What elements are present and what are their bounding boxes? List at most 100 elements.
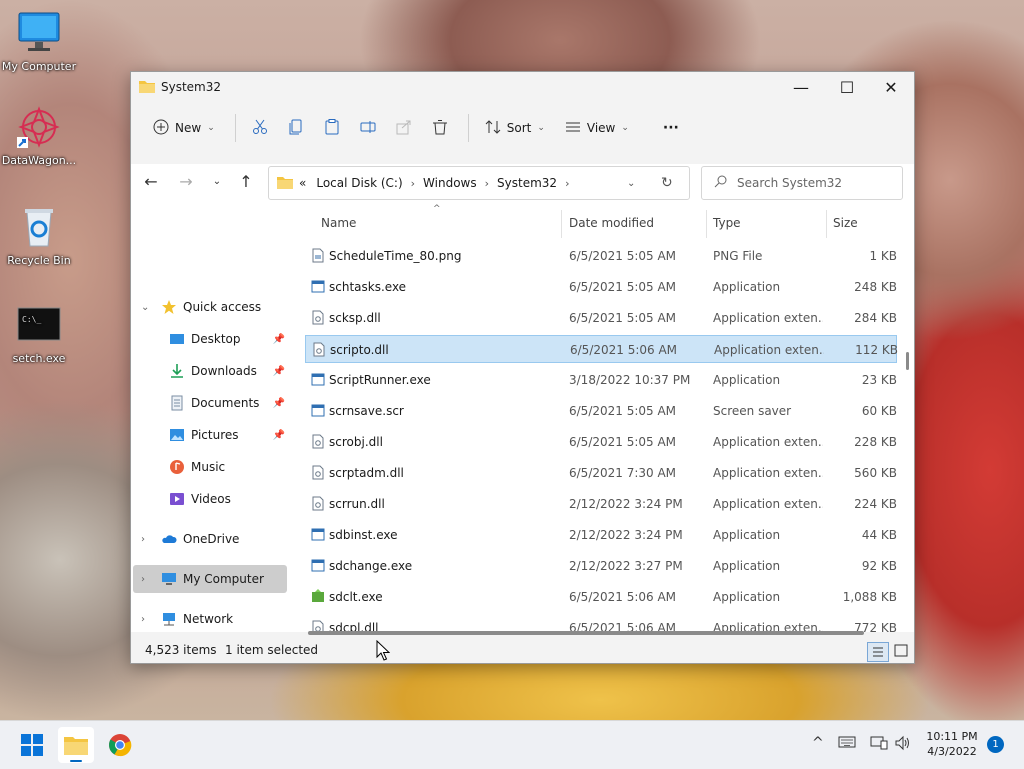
nav-item-label: Desktop bbox=[191, 332, 241, 346]
recycle-bin-icon bbox=[16, 204, 62, 250]
taskbar-file-explorer[interactable] bbox=[58, 727, 94, 763]
expand-chevron-icon[interactable]: › bbox=[141, 614, 145, 625]
breadcrumb-overflow[interactable]: « bbox=[299, 176, 306, 190]
desktop-icon-setch-exe[interactable]: C:\_ setch.exe bbox=[0, 302, 81, 365]
up-arrow-icon[interactable]: ↑ bbox=[234, 172, 258, 191]
table-row[interactable]: ScheduleTime_80.png 6/5/2021 5:05 AM PNG F… bbox=[305, 242, 897, 270]
column-divider[interactable] bbox=[561, 210, 562, 238]
table-row[interactable]: ScriptRunner.exe 3/18/2022 10:37 PM Applic… bbox=[305, 366, 897, 394]
back-arrow-icon[interactable]: ← bbox=[139, 172, 163, 191]
taskbar-chrome[interactable] bbox=[102, 727, 138, 763]
large-icons-view-button[interactable] bbox=[891, 642, 911, 660]
nav-item-downloads[interactable]: Downloads 📌 bbox=[131, 357, 291, 385]
column-header-type[interactable]: Type bbox=[713, 216, 741, 230]
nav-my-computer[interactable]: › My Computer bbox=[133, 565, 287, 593]
more-options-button[interactable]: ··· bbox=[655, 112, 687, 144]
pin-icon: 📌 bbox=[272, 365, 285, 377]
share-button[interactable] bbox=[388, 112, 420, 144]
maximize-button[interactable]: ☐ bbox=[824, 72, 870, 102]
nav-item-label: Documents bbox=[191, 396, 260, 410]
search-input[interactable]: Search System32 bbox=[701, 166, 903, 200]
address-row: ← → ⌄ ↑ « Local Disk (C:) › Windows › Sy… bbox=[131, 164, 914, 202]
list-view-icon bbox=[565, 119, 581, 138]
view-button[interactable]: View ⌄ bbox=[557, 112, 637, 144]
nav-item-videos[interactable]: Videos bbox=[131, 485, 291, 513]
column-divider[interactable] bbox=[706, 210, 707, 238]
sort-button-label: Sort bbox=[506, 121, 532, 135]
expand-chevron-icon[interactable]: › bbox=[141, 574, 145, 585]
refresh-icon[interactable]: ↻ bbox=[661, 175, 673, 191]
nav-onedrive[interactable]: › OneDrive bbox=[131, 525, 291, 553]
clock[interactable]: 10:11 PM 4/3/2022 bbox=[920, 729, 984, 759]
nav-item-music[interactable]: Music bbox=[131, 453, 291, 481]
table-row[interactable]: scrnsave.scr 6/5/2021 5:05 AM Screen saver… bbox=[305, 397, 897, 425]
desktop-icon-datawagon[interactable]: DataWagon... bbox=[0, 104, 81, 167]
delete-button[interactable] bbox=[424, 112, 456, 144]
copy-button[interactable] bbox=[280, 112, 312, 144]
breadcrumb-windows[interactable]: Windows bbox=[423, 176, 477, 190]
table-row[interactable]: sdbinst.exe 2/12/2022 3:24 PM Application 4… bbox=[305, 521, 897, 549]
forward-arrow-icon[interactable]: → bbox=[174, 172, 198, 191]
details-view-button[interactable] bbox=[867, 642, 889, 662]
breadcrumb-chevron-icon[interactable]: › bbox=[411, 177, 415, 190]
table-row[interactable]: scrrun.dll 2/12/2022 3:24 PM Application e… bbox=[305, 490, 897, 518]
breadcrumb-local-disk[interactable]: Local Disk (C:) bbox=[316, 176, 402, 190]
address-history-chevron-icon[interactable]: ⌄ bbox=[627, 178, 635, 189]
file-explorer-window: System32 — ☐ ✕ New ⌄ Sort ⌄ View ⌄ ··· ← bbox=[130, 71, 915, 664]
nav-item-pictures[interactable]: Pictures 📌 bbox=[131, 421, 291, 449]
expand-chevron-icon[interactable]: › bbox=[141, 534, 145, 545]
column-header-size[interactable]: Size bbox=[833, 216, 858, 230]
file-size: 112 KB bbox=[855, 343, 898, 357]
breadcrumb-system32[interactable]: System32 bbox=[497, 176, 557, 190]
nav-network[interactable]: › Network bbox=[131, 605, 291, 633]
exe-icon bbox=[311, 558, 325, 573]
nav-item-documents[interactable]: Documents 📌 bbox=[131, 389, 291, 417]
table-row[interactable]: sdcpl.dll 6/5/2021 5:06 AM Application ext… bbox=[305, 614, 897, 632]
notification-badge[interactable]: 1 bbox=[987, 736, 1004, 753]
volume-icon[interactable] bbox=[894, 735, 912, 755]
horizontal-scrollbar-thumb[interactable] bbox=[308, 631, 864, 635]
nav-item-desktop[interactable]: Desktop 📌 bbox=[131, 325, 291, 353]
address-bar[interactable]: « Local Disk (C:) › Windows › System32 ›… bbox=[268, 166, 690, 200]
sort-button[interactable]: Sort ⌄ bbox=[477, 112, 553, 144]
nav-item-label: Quick access bbox=[183, 300, 262, 314]
breadcrumb-chevron-icon[interactable]: › bbox=[565, 177, 569, 190]
table-row[interactable]: scksp.dll 6/5/2021 5:05 AM Application ext… bbox=[305, 304, 897, 332]
table-row[interactable]: scrptadm.dll 6/5/2021 7:30 AM Application … bbox=[305, 459, 897, 487]
file-type: Application bbox=[713, 280, 781, 294]
cut-button[interactable] bbox=[244, 112, 276, 144]
table-row[interactable]: scripto.dll 6/5/2021 5:06 AM Application e… bbox=[305, 335, 898, 363]
table-row[interactable]: schtasks.exe 6/5/2021 5:05 AM Application 2… bbox=[305, 273, 897, 301]
desktop-icon-recycle-bin[interactable]: Recycle Bin bbox=[0, 204, 81, 267]
cloud-icon bbox=[161, 531, 177, 547]
minimize-button[interactable]: — bbox=[778, 72, 824, 102]
column-header-name[interactable]: Name bbox=[321, 216, 356, 230]
status-bar: 4,523 items 1 item selected bbox=[131, 640, 914, 663]
keyboard-icon[interactable] bbox=[838, 735, 856, 753]
recent-locations-chevron-icon[interactable]: ⌄ bbox=[205, 176, 229, 187]
nav-quick-access[interactable]: ⌄ Quick access bbox=[131, 293, 291, 321]
close-button[interactable]: ✕ bbox=[868, 72, 914, 102]
table-row[interactable]: sdchange.exe 2/12/2022 3:27 PM Application… bbox=[305, 552, 897, 580]
document-icon bbox=[169, 395, 185, 411]
rename-button[interactable] bbox=[352, 112, 384, 144]
column-header-date-modified[interactable]: Date modified bbox=[569, 216, 654, 230]
paste-button[interactable] bbox=[316, 112, 348, 144]
network-icon[interactable] bbox=[870, 735, 888, 755]
new-button[interactable]: New ⌄ bbox=[145, 112, 223, 144]
item-count: 4,523 items bbox=[145, 643, 217, 657]
column-divider[interactable] bbox=[826, 210, 827, 238]
expand-chevron-icon[interactable]: ⌄ bbox=[141, 302, 149, 313]
start-button[interactable] bbox=[14, 727, 50, 763]
exe-icon bbox=[311, 279, 325, 294]
table-row[interactable]: sdclt.exe 6/5/2021 5:06 AM Application 1,08… bbox=[305, 583, 897, 611]
desktop-icon-my-computer[interactable]: My Computer bbox=[0, 10, 81, 73]
breadcrumb-chevron-icon[interactable]: › bbox=[485, 177, 489, 190]
file-name: ScheduleTime_80.png bbox=[329, 249, 462, 263]
toolbar-divider bbox=[234, 114, 236, 142]
chrome-icon bbox=[109, 734, 132, 757]
show-hidden-icons-chevron-icon[interactable]: ^ bbox=[812, 735, 824, 751]
vertical-scrollbar-thumb[interactable] bbox=[906, 352, 909, 370]
table-row[interactable]: scrobj.dll 6/5/2021 5:05 AM Application ex… bbox=[305, 428, 897, 456]
file-date-modified: 3/18/2022 10:37 PM bbox=[569, 373, 691, 387]
